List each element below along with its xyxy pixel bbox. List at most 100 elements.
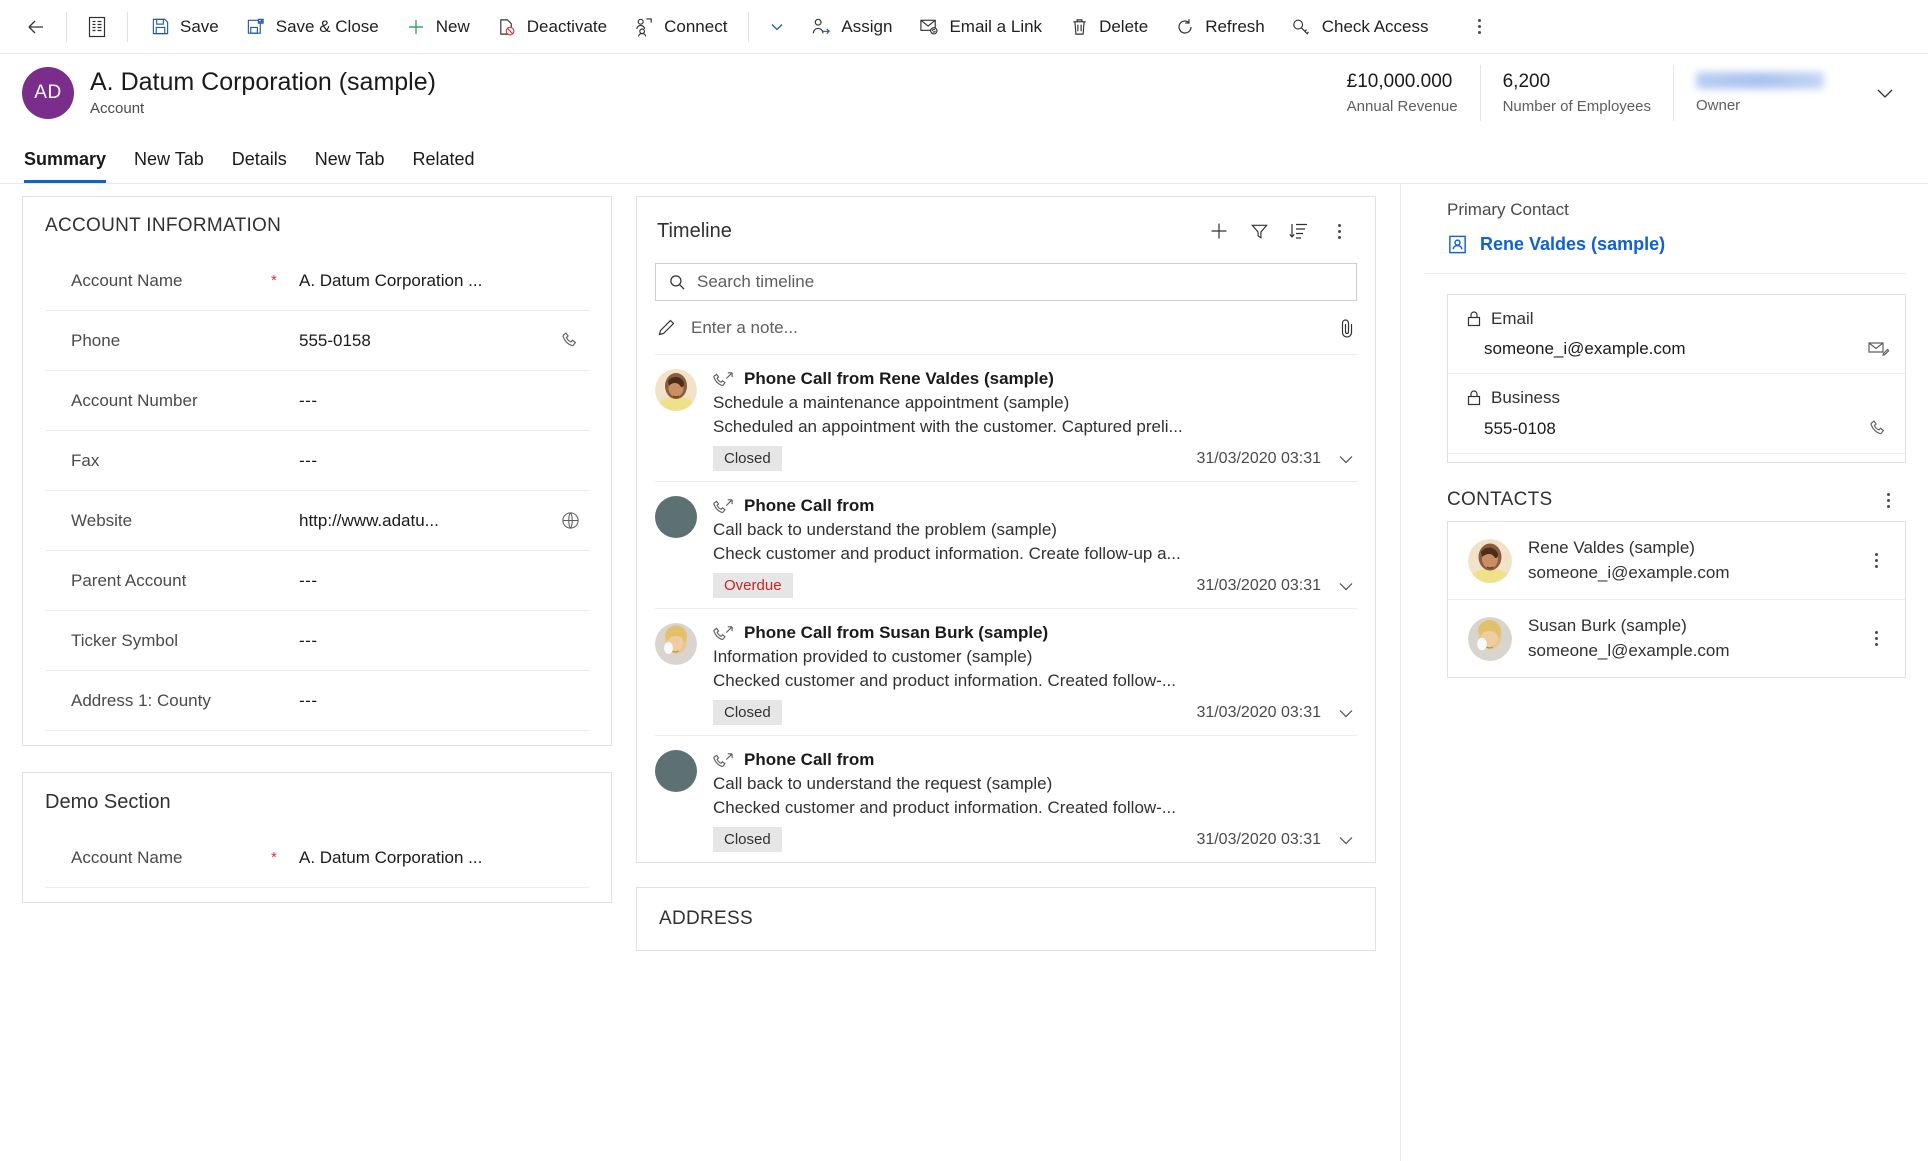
chevron-down-icon[interactable]: [1335, 829, 1357, 851]
field-website[interactable]: Website http://www.adatu...: [45, 491, 589, 551]
timeline-item-heading: Phone Call from Susan Burk (sample): [713, 623, 1357, 643]
chevron-down-icon[interactable]: [1335, 702, 1357, 724]
field-address-1-county[interactable]: Address 1: County ---: [45, 671, 589, 731]
deactivate-icon: [496, 16, 518, 38]
field-label: Business: [1491, 388, 1560, 407]
primary-contact-link[interactable]: Rene Valdes (sample): [1425, 220, 1906, 274]
field-label: Website: [71, 510, 133, 530]
divider: [127, 11, 128, 42]
outgoing-call-icon: [713, 497, 734, 515]
field-value: ---: [299, 630, 318, 650]
field-demo-account-name[interactable]: Account Name * A. Datum Corporation ...: [45, 828, 589, 888]
field-fax[interactable]: Fax ---: [45, 431, 589, 491]
tab-details[interactable]: Details: [218, 149, 301, 183]
field-email[interactable]: someone_i@example.com: [1448, 329, 1905, 374]
delete-button[interactable]: Delete: [1055, 5, 1161, 49]
status-badge: Closed: [713, 827, 782, 852]
status-badge: Closed: [713, 446, 782, 471]
field-value: 555-0108: [1484, 418, 1556, 438]
field-account-number[interactable]: Account Number ---: [45, 371, 589, 431]
key-icon: [1291, 16, 1313, 38]
filter-icon[interactable]: [1241, 213, 1277, 249]
paperclip-icon[interactable]: [1337, 317, 1357, 339]
connect-button[interactable]: Connect: [620, 5, 740, 49]
back-arrow-icon[interactable]: [14, 5, 58, 49]
search-input[interactable]: [697, 272, 1344, 292]
timeline-item-footer: Overdue 31/03/2020 03:31: [713, 573, 1357, 598]
list-item[interactable]: Rene Valdes (sample) someone_i@example.c…: [1448, 522, 1905, 600]
sort-icon[interactable]: [1281, 213, 1317, 249]
demo-section: Demo Section Account Name * A. Datum Cor…: [22, 772, 612, 903]
tab-new-tab-2[interactable]: New Tab: [301, 149, 399, 183]
deactivate-button[interactable]: Deactivate: [483, 5, 620, 49]
field-label: Ticker Symbol: [71, 630, 179, 650]
tab-related[interactable]: Related: [399, 149, 489, 183]
left-column: ACCOUNT INFORMATION Account Name * A. Da…: [22, 184, 612, 1161]
note-input[interactable]: [691, 317, 1323, 338]
tab-summary[interactable]: Summary: [22, 149, 120, 183]
save-and-close-button[interactable]: Save & Close: [232, 5, 392, 49]
field-value: A. Datum Corporation ...: [299, 847, 483, 867]
search-timeline-container[interactable]: [655, 263, 1357, 301]
email-icon[interactable]: [1867, 339, 1889, 359]
field-business-phone[interactable]: 555-0108: [1448, 408, 1905, 454]
list-item[interactable]: Susan Burk (sample) someone_l@example.co…: [1448, 600, 1905, 677]
new-button[interactable]: New: [392, 5, 483, 49]
timestamp: 31/03/2020 03:31: [1196, 703, 1321, 721]
plus-icon[interactable]: [1201, 213, 1237, 249]
field-value: 555-0158: [299, 330, 371, 350]
more-vertical-icon[interactable]: [1863, 553, 1889, 568]
timeline-item-footer: Closed 31/03/2020 03:31: [713, 827, 1357, 852]
number-of-employees-label: Number of Employees: [1502, 98, 1651, 115]
globe-icon[interactable]: [553, 510, 587, 531]
timeline-item-heading: Phone Call from: [713, 750, 1357, 770]
field-ticker-symbol[interactable]: Ticker Symbol ---: [45, 611, 589, 671]
chevron-down-icon[interactable]: [1335, 448, 1357, 470]
primary-contact-name: Rene Valdes (sample): [1480, 234, 1666, 254]
check-access-button[interactable]: Check Access: [1278, 5, 1442, 49]
avatar: [655, 623, 697, 665]
save-icon: [149, 16, 171, 38]
contacts-header: CONTACTS: [1425, 463, 1906, 521]
avatar: [655, 496, 697, 538]
contact-email: someone_i@example.com: [1528, 563, 1730, 582]
phone-icon[interactable]: [1868, 418, 1889, 439]
email-a-link-button[interactable]: Email a Link: [905, 5, 1055, 49]
tab-new-tab-1[interactable]: New Tab: [120, 149, 218, 183]
timeline-item[interactable]: Phone Call from Call back to understand …: [655, 736, 1357, 862]
annual-revenue-label: Annual Revenue: [1346, 98, 1458, 115]
connect-chevron-down-icon[interactable]: [757, 5, 797, 49]
field-label: Account Name: [71, 270, 183, 290]
timeline-item-description: Check customer and product information. …: [713, 544, 1181, 563]
chevron-down-icon[interactable]: [1846, 80, 1906, 106]
avatar: [1468, 616, 1512, 661]
field-label: Phone: [71, 330, 121, 350]
save-button[interactable]: Save: [136, 5, 232, 49]
more-vertical-icon[interactable]: [1863, 631, 1889, 646]
more-vertical-icon[interactable]: [1321, 213, 1357, 249]
more-vertical-icon[interactable]: [1887, 492, 1890, 508]
field-parent-account[interactable]: Parent Account ---: [45, 551, 589, 611]
connect-label: Connect: [664, 16, 728, 36]
timeline-item[interactable]: Phone Call from Susan Burk (sample) Info…: [655, 609, 1357, 736]
phone-icon[interactable]: [553, 330, 587, 351]
refresh-button[interactable]: Refresh: [1161, 5, 1278, 49]
enter-note-container[interactable]: [655, 301, 1357, 355]
command-bar: Save Save & Close New Deactivate Connect…: [0, 0, 1928, 54]
more-vertical-icon[interactable]: [1458, 5, 1502, 49]
contacts-title: CONTACTS: [1447, 489, 1553, 510]
form-list-icon[interactable]: [75, 5, 119, 49]
header-stat-owner[interactable]: Owner: [1673, 65, 1846, 121]
page-title: A. Datum Corporation (sample): [90, 68, 436, 97]
timeline-item-body: Phone Call from Rene Valdes (sample) Sch…: [713, 369, 1357, 471]
assign-button[interactable]: Assign: [797, 5, 905, 49]
field-phone[interactable]: Phone 555-0158: [45, 311, 589, 371]
outgoing-call-icon: [713, 751, 734, 769]
field-account-name[interactable]: Account Name * A. Datum Corporation ...: [45, 251, 589, 311]
owner-value-redacted: [1696, 72, 1824, 89]
delete-label: Delete: [1099, 16, 1149, 36]
timeline-item[interactable]: Phone Call from Rene Valdes (sample) Sch…: [655, 355, 1357, 482]
timeline-item[interactable]: Phone Call from Call back to understand …: [655, 482, 1357, 609]
chevron-down-icon[interactable]: [1335, 575, 1357, 597]
contact-email: someone_l@example.com: [1528, 641, 1730, 660]
